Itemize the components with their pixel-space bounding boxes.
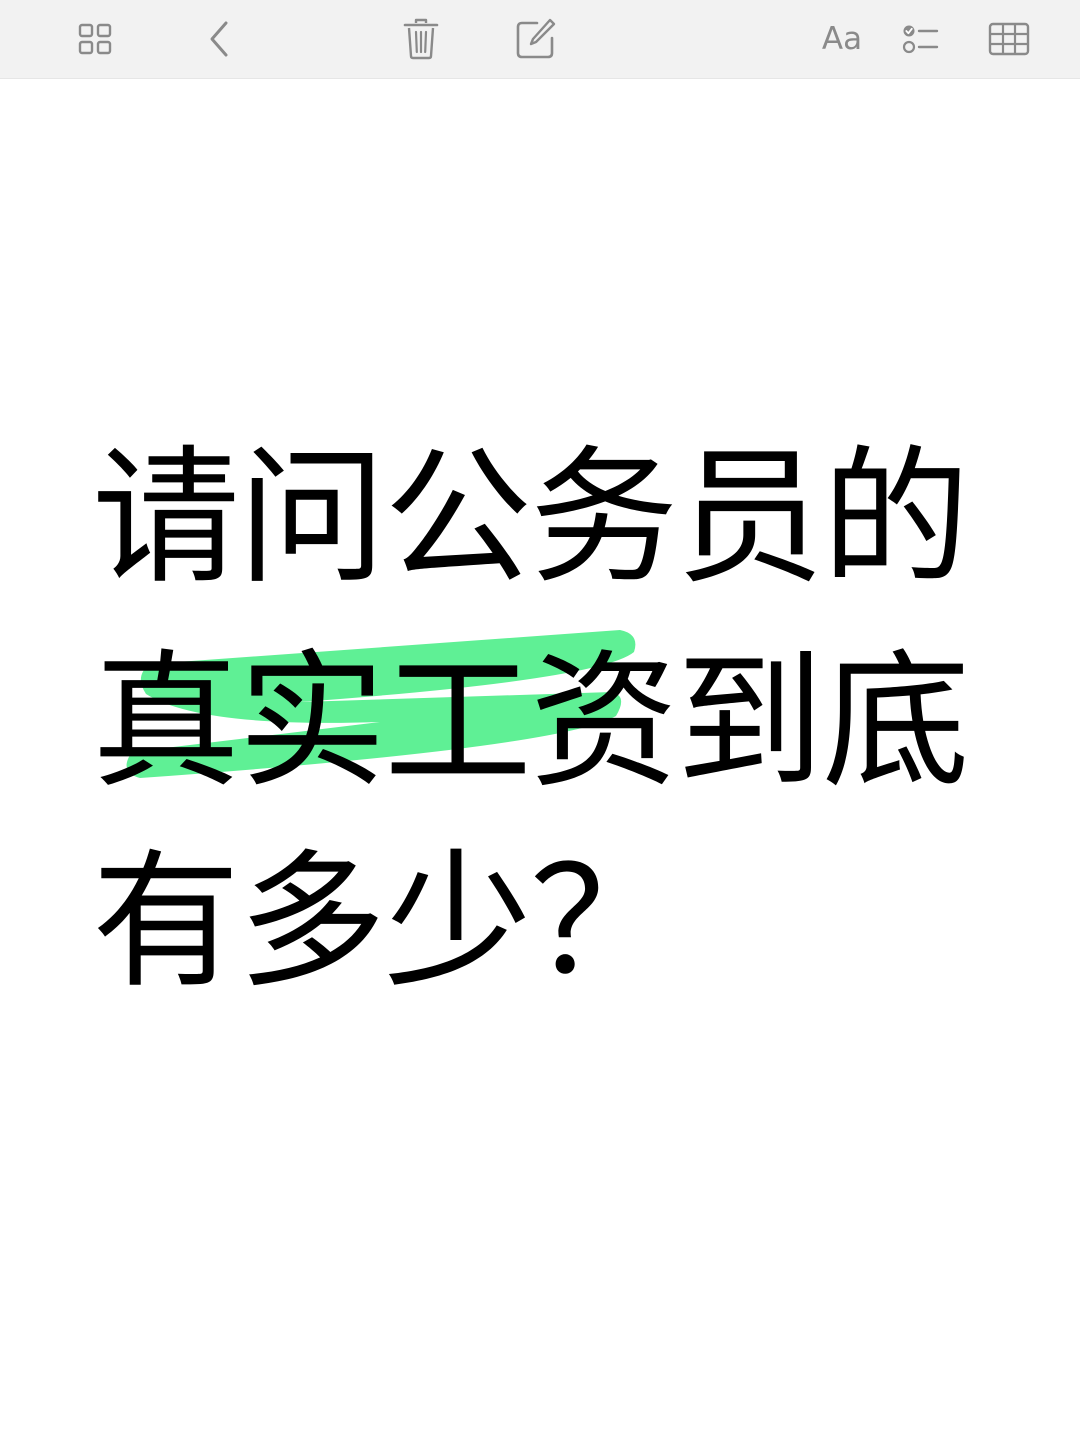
gallery-view-icon (78, 23, 112, 55)
compose-button[interactable] (504, 0, 568, 78)
note-line-2: 真实工资到底 (92, 636, 970, 808)
compose-icon (516, 18, 556, 59)
back-chevron-icon (210, 21, 228, 57)
delete-button[interactable] (389, 0, 453, 78)
top-toolbar: Aa (0, 0, 1080, 79)
table-button[interactable] (977, 0, 1041, 78)
text-format-label: Aa (821, 20, 863, 57)
notes-app-screen: Aa 请问公务员的 真实工资到底 有多少？ (0, 0, 1080, 1440)
note-line-1: 请问公务员的 (92, 432, 970, 604)
checklist-button[interactable] (889, 0, 953, 78)
gallery-view-button[interactable] (63, 0, 127, 78)
checklist-icon (902, 25, 939, 54)
table-icon (988, 22, 1030, 56)
text-format-button[interactable]: Aa (810, 0, 874, 78)
trash-icon (403, 18, 439, 60)
back-button[interactable] (188, 0, 252, 78)
note-line-3: 有多少？ (92, 836, 678, 1008)
